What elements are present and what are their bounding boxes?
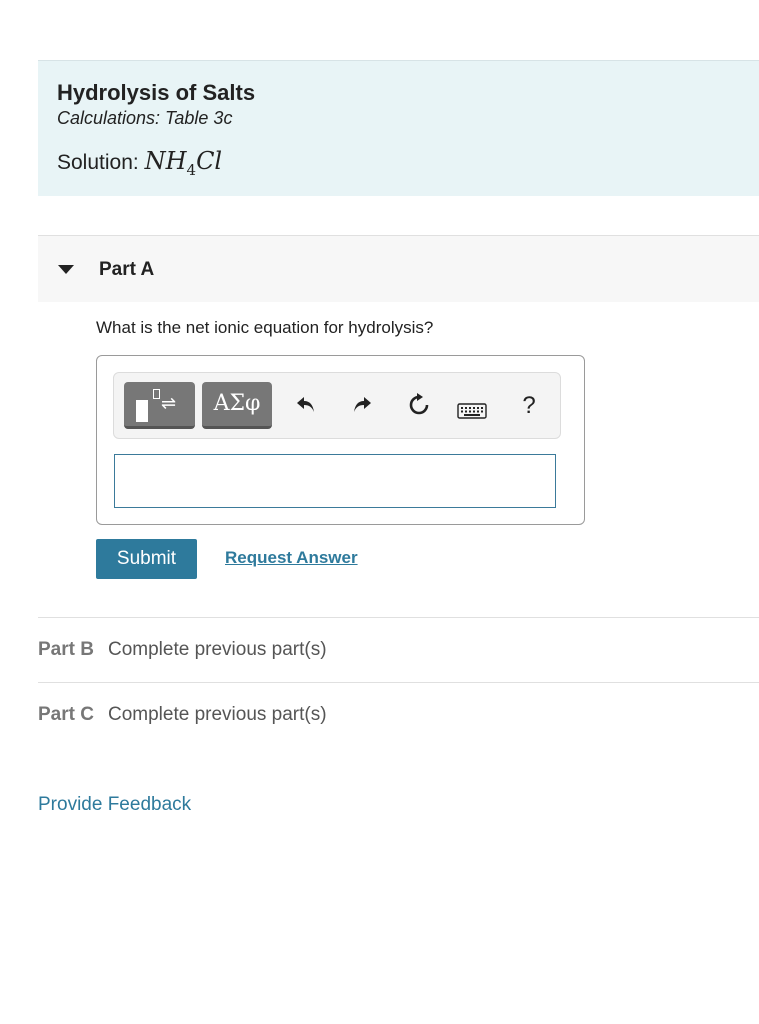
keyboard-icon[interactable]: [457, 398, 487, 419]
page-subtitle: Calculations: Table 3c: [57, 108, 233, 128]
part-b-status: Complete previous part(s): [107, 639, 327, 660]
redo-icon[interactable]: [347, 392, 377, 423]
greek-symbols-button[interactable]: ΑΣφ: [202, 382, 272, 429]
answer-input[interactable]: [114, 454, 556, 508]
page-title: Hydrolysis of Salts: [57, 80, 256, 105]
template-block-icon: [136, 400, 148, 422]
part-c-row: Part C Complete previous part(s): [38, 704, 327, 726]
undo-icon[interactable]: [291, 392, 321, 423]
part-a-header[interactable]: Part A: [38, 235, 759, 302]
request-answer-link[interactable]: Request Answer: [225, 548, 358, 568]
divider: [38, 682, 759, 683]
solution-formula: NH4Cl: [144, 147, 223, 179]
help-button[interactable]: ?: [514, 392, 544, 420]
part-c-label: Part C: [38, 704, 94, 725]
part-b-row: Part B Complete previous part(s): [38, 639, 327, 661]
divider: [38, 617, 759, 618]
question-text: What is the net ionic equation for hydro…: [96, 318, 434, 337]
templates-button[interactable]: ⇌: [124, 382, 195, 429]
part-b-label: Part B: [38, 639, 94, 660]
formula-subscript: 4: [186, 160, 197, 179]
provide-feedback-link[interactable]: Provide Feedback: [38, 794, 191, 816]
solution-line: Solution: NH4Cl: [57, 147, 222, 179]
solution-label: Solution:: [57, 151, 139, 174]
answer-box: ⇌ ΑΣφ ?: [96, 355, 585, 525]
part-c-status: Complete previous part(s): [107, 704, 327, 725]
template-box-icon: [153, 389, 160, 399]
equation-toolbar: ⇌ ΑΣφ ?: [113, 372, 561, 439]
formula-tail: Cl: [196, 147, 223, 175]
part-a-label[interactable]: Part A: [99, 259, 154, 281]
problem-header: Hydrolysis of Salts Calculations: Table …: [38, 60, 759, 196]
equilibrium-arrows-icon: ⇌: [161, 393, 177, 413]
formula-main: NH: [144, 147, 187, 175]
caret-down-icon[interactable]: [58, 265, 74, 274]
reset-icon[interactable]: [404, 392, 434, 425]
submit-button[interactable]: Submit: [96, 539, 197, 579]
